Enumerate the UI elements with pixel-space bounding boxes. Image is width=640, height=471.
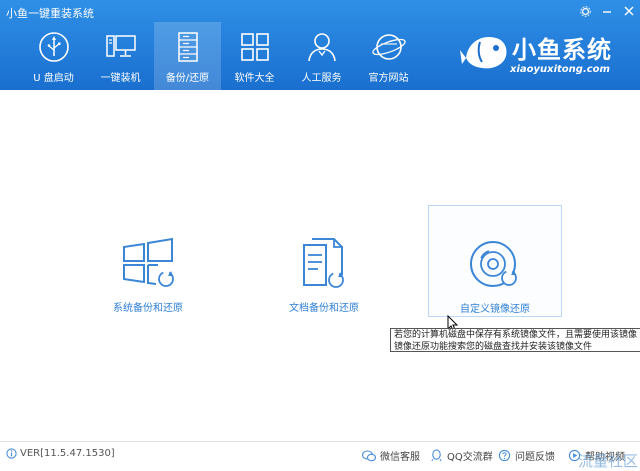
close-icon[interactable] [618,0,640,22]
nav-item-backup-restore[interactable]: 备份/还原 [154,22,221,90]
fish-logo-icon [460,36,507,69]
nav-label-one-click-install: 一键装机 [100,73,141,84]
tooltip-line-2: 镜像还原功能搜索您的磁盘查找并安装该镜像文件 [394,342,593,352]
backup-icon [177,32,198,62]
header-bar: 小鱼一键重装系统 U 盘启动 一键装机 备份/还原 软件大全 人工服务 官方网站… [0,0,640,90]
feedback-icon [498,449,511,462]
footer-link-feedback-label: 问题反馈 [515,452,555,463]
nav-item-manual-service[interactable]: 人工服务 [288,22,355,90]
disc-restore-icon [470,241,517,287]
wechat-icon [362,449,376,461]
nav-item-official-site[interactable]: 官方网站 [355,22,422,90]
nav-label-software: 软件大全 [234,73,275,84]
nav-item-usb-boot[interactable]: U 盘启动 [20,22,87,90]
nav-label-manual-service: 人工服务 [301,73,342,84]
windows-restore-icon [123,237,174,287]
info-icon [6,448,17,459]
footer-link-qq-group[interactable]: QQ交流群 [430,448,493,463]
watermark-text: 流量社区 [577,452,638,470]
nav-item-one-click-install[interactable]: 一键装机 [87,22,154,90]
option-custom-image-restore[interactable]: 自定义镜像还原 [428,205,562,317]
document-restore-icon [303,238,344,288]
globe-icon [371,34,406,60]
brand-logo: 小鱼系统 xiaoyuxitong.com [460,28,630,80]
nav-item-software[interactable]: 软件大全 [221,22,288,90]
usb-icon [38,32,69,62]
footer-bar: VER[11.5.47.1530] 微信客服 QQ交流群 问题反馈 帮助视频 [0,442,640,466]
window-controls [574,0,640,22]
version-text: VER[11.5.47.1530] [20,448,115,459]
nav-label-backup-restore: 备份/还原 [165,73,210,84]
monitor-icon [105,35,136,57]
option-system-backup[interactable]: 系统备份和还原 [82,205,214,315]
window-title: 小鱼一键重装系统 [6,7,94,20]
qq-icon [431,449,442,462]
brand-name: 小鱼系统 [512,36,612,64]
option-document-backup[interactable]: 文档备份和还原 [258,205,390,315]
version-info: VER[11.5.47.1530] [6,448,115,459]
option-system-backup-label: 系统备份和还原 [113,303,183,314]
main-nav: U 盘启动 一键装机 备份/还原 软件大全 人工服务 官方网站 [20,22,422,90]
tooltip-line-1: 若您的计算机磁盘中保存有系统镜像文件，且需要使用该镜像 [394,330,638,340]
settings-icon[interactable] [574,0,596,22]
minimize-icon[interactable] [596,0,618,22]
person-icon [307,33,336,62]
brand-url: xiaoyuxitong.com [510,64,610,75]
footer-link-qq-group-label: QQ交流群 [447,452,493,463]
nav-label-usb-boot: U 盘启动 [33,73,74,84]
tooltip: 若您的计算机磁盘中保存有系统镜像文件，且需要使用该镜像 镜像还原功能搜索您的磁盘… [390,328,640,352]
footer-link-feedback[interactable]: 问题反馈 [498,448,555,463]
footer-link-wechat-label: 微信客服 [380,452,420,463]
nav-label-official-site: 官方网站 [368,73,409,84]
option-document-backup-label: 文档备份和还原 [289,303,359,314]
option-custom-image-restore-label: 自定义镜像还原 [460,304,530,315]
apps-grid-icon [240,33,269,61]
footer-link-wechat[interactable]: 微信客服 [362,448,420,463]
